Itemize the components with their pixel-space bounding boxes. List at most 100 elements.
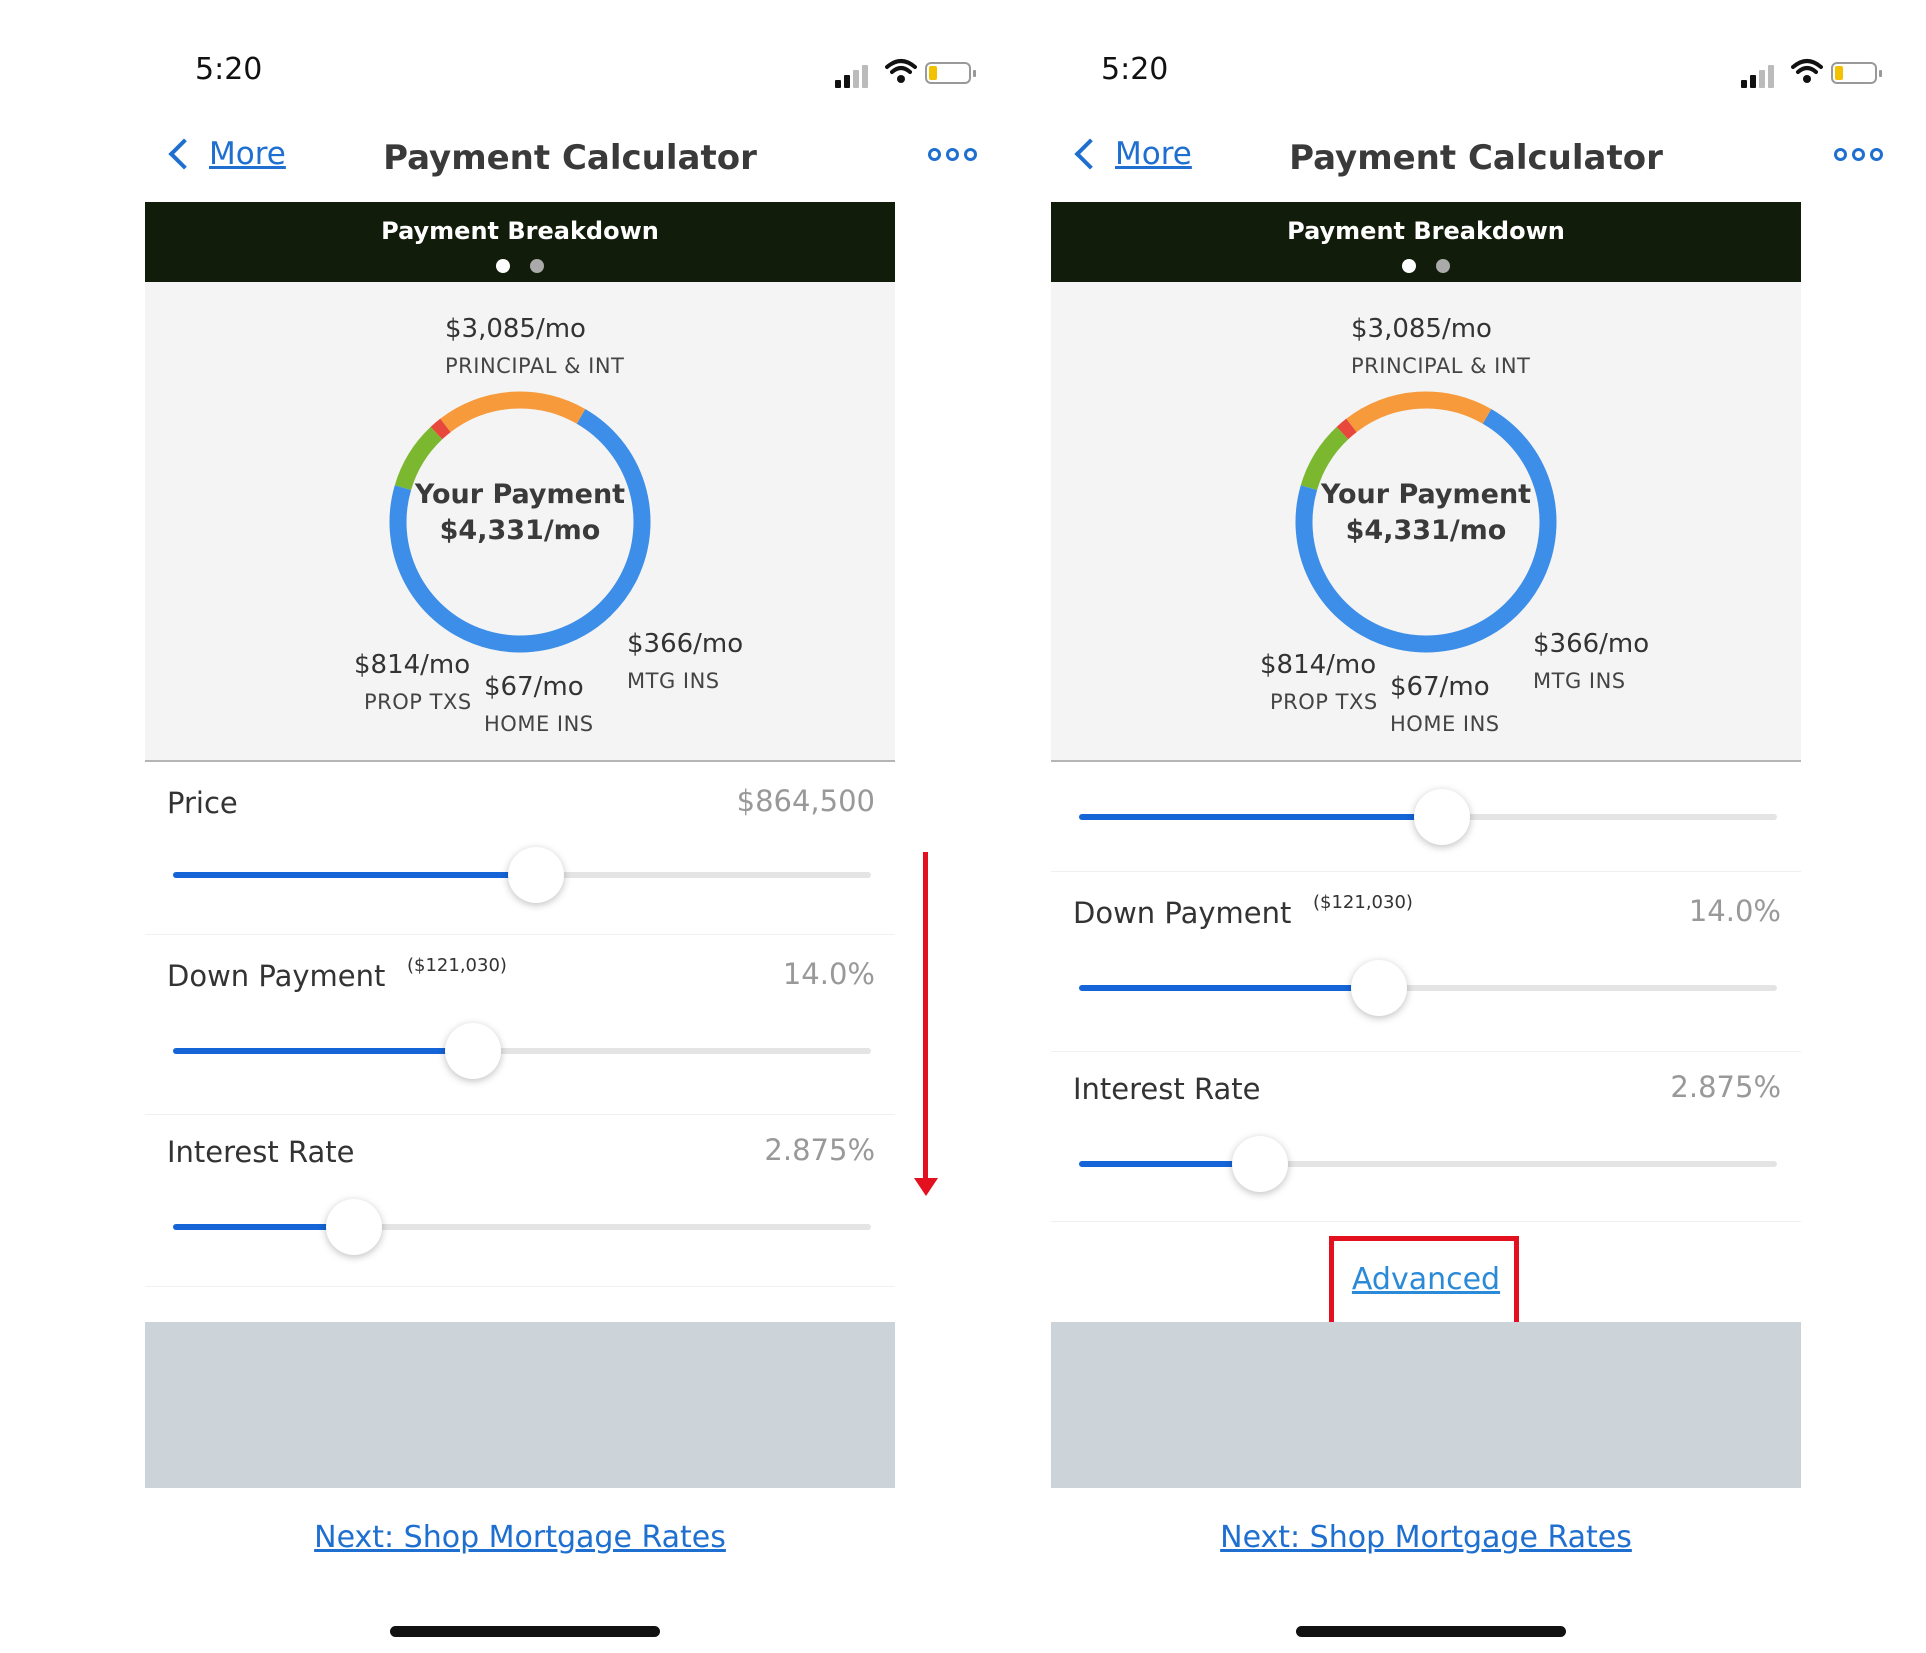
signal-bar: [1759, 70, 1765, 88]
arrow-head-icon: [914, 1178, 938, 1196]
prop-tax-caption: PROP TXS: [1270, 690, 1378, 714]
ad-placeholder: [1051, 1322, 1801, 1488]
more-options-button[interactable]: [1834, 148, 1883, 161]
phone-screen-left: 5:20 More Payment Calculator Payment Bre…: [135, 0, 1005, 1653]
down-payment-row: Down Payment ($121,030) 14.0%: [145, 935, 895, 1115]
home-ins-caption: HOME INS: [484, 712, 594, 736]
signal-bar: [844, 75, 850, 88]
signal-bar: [1768, 65, 1774, 88]
prop-tax-caption: PROP TXS: [364, 690, 472, 714]
down-payment-slider-fill: [173, 1048, 474, 1054]
mtg-ins-caption: MTG INS: [1533, 669, 1626, 693]
price-slider[interactable]: [1079, 789, 1777, 845]
page-title: Payment Calculator: [1289, 138, 1663, 178]
breakdown-title: Payment Breakdown: [381, 217, 659, 245]
prop-tax-segment: [1346, 391, 1492, 433]
wifi-icon: [1791, 59, 1823, 83]
battery-icon: [925, 62, 971, 84]
home-indicator[interactable]: [390, 1626, 660, 1637]
down-payment-amount: ($121,030): [1313, 892, 1413, 913]
interest-rate-value: 2.875%: [1670, 1070, 1781, 1104]
home-ins-value: $67/mo: [484, 672, 584, 702]
breakdown-title: Payment Breakdown: [1287, 217, 1565, 245]
down-payment-slider-fill: [1079, 985, 1380, 991]
dot-icon: [964, 148, 977, 161]
breakdown-header: Payment Breakdown: [145, 202, 895, 282]
page-dot-2[interactable]: [530, 259, 544, 273]
interest-rate-slider-thumb[interactable]: [1232, 1136, 1289, 1192]
down-payment-amount: ($121,030): [407, 955, 507, 976]
down-payment-row: Down Payment ($121,030) 14.0%: [1051, 872, 1801, 1052]
highlight-box: [1329, 1236, 1519, 1330]
ad-placeholder: [145, 1322, 895, 1488]
principal-caption: PRINCIPAL & INT: [1351, 354, 1531, 378]
next-shop-rates-link[interactable]: Next: Shop Mortgage Rates: [1041, 1520, 1811, 1555]
down-payment-slider-thumb[interactable]: [445, 1023, 502, 1079]
price-slider-thumb[interactable]: [1413, 789, 1470, 845]
down-payment-slider[interactable]: [173, 1023, 871, 1079]
signal-icon: [1741, 80, 1747, 88]
signal-bar: [853, 70, 859, 88]
prop-tax-value: $814/mo: [354, 650, 471, 680]
status-icons: [835, 58, 1005, 88]
breakdown-chart: $3,085/mo PRINCIPAL & INT Your Payment $…: [1051, 282, 1801, 762]
down-payment-slider[interactable]: [1079, 960, 1777, 1016]
price-slider-fill: [173, 872, 536, 878]
center-value: $4,331/mo: [439, 515, 601, 546]
home-ins-value: $67/mo: [1390, 672, 1490, 702]
mtg-ins-value: $366/mo: [1533, 629, 1650, 659]
nav-bar: More Payment Calculator: [1041, 130, 1911, 190]
center-title: Your Payment: [1320, 479, 1532, 510]
page-dot-2[interactable]: [1436, 259, 1450, 273]
home-indicator[interactable]: [1296, 1626, 1566, 1637]
status-time: 5:20: [1101, 52, 1169, 87]
signal-bar: [862, 65, 868, 88]
signal-icon: [835, 80, 841, 88]
phone-screen-right: 5:20 More Payment Calculator Payment Bre…: [1041, 0, 1911, 1653]
principal-value: $3,085/mo: [1351, 314, 1492, 344]
status-icons: [1741, 58, 1911, 88]
home-ins-segment: [1336, 418, 1357, 440]
price-row: [1051, 762, 1801, 872]
page-indicator[interactable]: [1051, 259, 1801, 273]
price-row: Price $864,500: [145, 762, 895, 935]
price-label: Price: [167, 786, 238, 820]
down-payment-label: Down Payment: [167, 959, 386, 993]
donut-center: Your Payment $4,331/mo: [385, 477, 655, 549]
interest-rate-slider[interactable]: [1079, 1136, 1777, 1192]
breakdown-header: Payment Breakdown: [1051, 202, 1801, 282]
interest-rate-slider[interactable]: [173, 1199, 871, 1255]
prop-tax-value: $814/mo: [1260, 650, 1377, 680]
page-dot-1[interactable]: [1402, 259, 1416, 273]
mtg-ins-caption: MTG INS: [627, 669, 720, 693]
dot-icon: [928, 148, 941, 161]
breakdown-chart: $3,085/mo PRINCIPAL & INT Your Payment $…: [145, 282, 895, 762]
more-options-button[interactable]: [928, 148, 977, 161]
page-dot-1[interactable]: [496, 259, 510, 273]
down-payment-value: 14.0%: [782, 957, 875, 991]
principal-caption: PRINCIPAL & INT: [445, 354, 625, 378]
page-indicator[interactable]: [145, 259, 895, 273]
page-title: Payment Calculator: [383, 138, 757, 178]
mtg-ins-value: $366/mo: [627, 629, 744, 659]
price-slider-thumb[interactable]: [507, 847, 564, 903]
price-value: $864,500: [736, 784, 875, 818]
interest-rate-label: Interest Rate: [167, 1135, 355, 1169]
status-time: 5:20: [195, 52, 263, 87]
down-payment-label: Down Payment: [1073, 896, 1292, 930]
wifi-icon: [885, 59, 917, 83]
dot-icon: [946, 148, 959, 161]
down-payment-slider-thumb[interactable]: [1351, 960, 1408, 1016]
prop-tax-segment: [440, 391, 586, 433]
center-value: $4,331/mo: [1345, 515, 1507, 546]
interest-rate-slider-thumb[interactable]: [326, 1199, 383, 1255]
price-slider[interactable]: [173, 847, 871, 903]
signal-bar: [1750, 75, 1756, 88]
dot-icon: [1852, 148, 1865, 161]
price-slider-fill: [1079, 814, 1442, 820]
interest-rate-value: 2.875%: [764, 1133, 875, 1167]
next-shop-rates-link[interactable]: Next: Shop Mortgage Rates: [135, 1520, 905, 1555]
interest-rate-label: Interest Rate: [1073, 1072, 1261, 1106]
center-title: Your Payment: [414, 479, 626, 510]
donut-center: Your Payment $4,331/mo: [1291, 477, 1561, 549]
